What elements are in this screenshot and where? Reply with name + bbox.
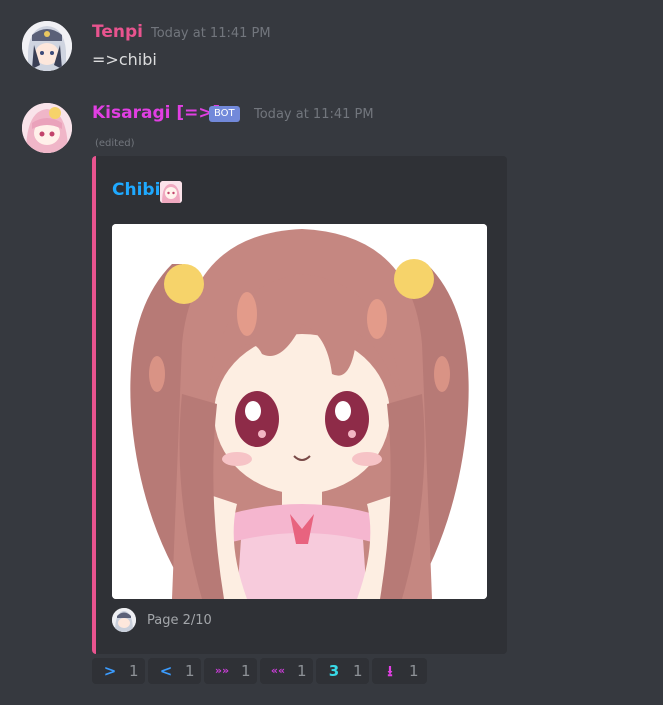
reaction-next[interactable]: > 1 [92, 658, 145, 684]
message-content: =>chibi [92, 50, 157, 69]
reaction-previous[interactable]: < 1 [148, 658, 201, 684]
avatar[interactable] [22, 21, 72, 71]
reaction-count: 1 [241, 662, 251, 680]
chevron-right-icon: > [103, 662, 117, 680]
embed-color-bar [92, 156, 96, 654]
embed-title[interactable]: Chibi [112, 180, 160, 200]
username[interactable]: Tenpi [92, 22, 143, 42]
double-right-arrow-icon: »» [214, 664, 230, 677]
reaction-count: 1 [353, 662, 363, 680]
reaction-download[interactable]: ⭳ 1 [372, 658, 427, 684]
edited-label: (edited) [95, 138, 135, 149]
reaction-count: 1 [409, 662, 419, 680]
footer-avatar-icon [112, 608, 136, 632]
message-tenpi: Tenpi Today at 11:41 PM =>chibi [0, 0, 663, 90]
timestamp: Today at 11:41 PM [151, 26, 271, 41]
chevron-left-icon: < [159, 662, 173, 680]
username[interactable]: Kisaragi [=>] [92, 103, 220, 123]
reaction-count: 1 [297, 662, 307, 680]
chibi-emoji-icon [160, 181, 182, 203]
embed: Chibi Page 2/10 [92, 156, 507, 654]
user-avatar-icon [22, 21, 72, 71]
embed-image[interactable] [112, 224, 487, 599]
avatar[interactable] [22, 103, 72, 153]
reaction-rewind[interactable]: «« 1 [260, 658, 313, 684]
reaction-count: 1 [185, 662, 195, 680]
bot-tag: BOT [209, 106, 240, 122]
timestamp: Today at 11:41 PM [254, 107, 374, 122]
reaction-count: 1 [129, 662, 139, 680]
double-left-arrow-icon: «« [270, 664, 286, 677]
download-icon: ⭳ [387, 662, 393, 680]
reaction-fast-forward[interactable]: »» 1 [204, 658, 257, 684]
chibi-illustration [112, 224, 487, 599]
bot-avatar-icon [22, 103, 72, 153]
embed-footer: Page 2/10 [147, 613, 212, 628]
number-three-icon: 3 [328, 662, 340, 680]
reaction-page-number[interactable]: 3 1 [316, 658, 369, 684]
